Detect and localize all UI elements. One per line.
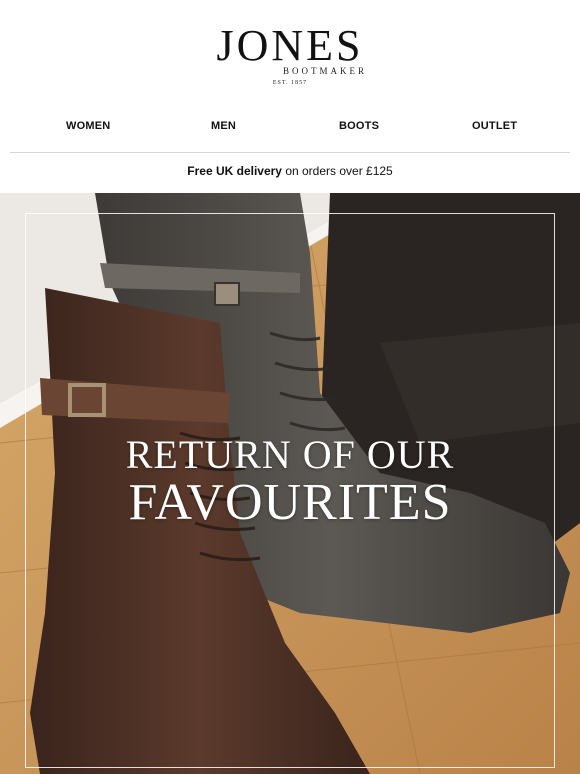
brand-logo[interactable]: JONES BOOTMAKER EST. 1857 <box>0 21 580 87</box>
nav-item-women[interactable]: WOMEN <box>66 120 110 132</box>
hero-headline-line1: RETURN OF OUR <box>125 432 455 477</box>
delivery-text: on orders over £125 <box>281 164 393 178</box>
main-nav: WOMEN MEN BOOTS OUTLET <box>0 120 580 138</box>
hero-banner[interactable]: RETURN OF OUR FAVOURITES <box>0 193 580 774</box>
nav-divider <box>10 152 570 153</box>
nav-item-outlet[interactable]: OUTLET <box>472 120 517 132</box>
nav-item-boots[interactable]: BOOTS <box>339 120 379 132</box>
logo-established: EST. 1857 <box>272 80 308 86</box>
nav-item-men[interactable]: MEN <box>211 120 236 132</box>
delivery-banner: Free UK delivery on orders over £125 <box>0 164 580 178</box>
email-page: JONES BOOTMAKER EST. 1857 WOMEN MEN BOOT… <box>0 0 580 774</box>
delivery-highlight: Free UK delivery <box>187 164 282 178</box>
logo-subtitle: BOOTMAKER <box>282 66 367 76</box>
logo-wordmark: JONES <box>216 21 364 70</box>
hero-headline-line2: FAVOURITES <box>128 474 452 531</box>
